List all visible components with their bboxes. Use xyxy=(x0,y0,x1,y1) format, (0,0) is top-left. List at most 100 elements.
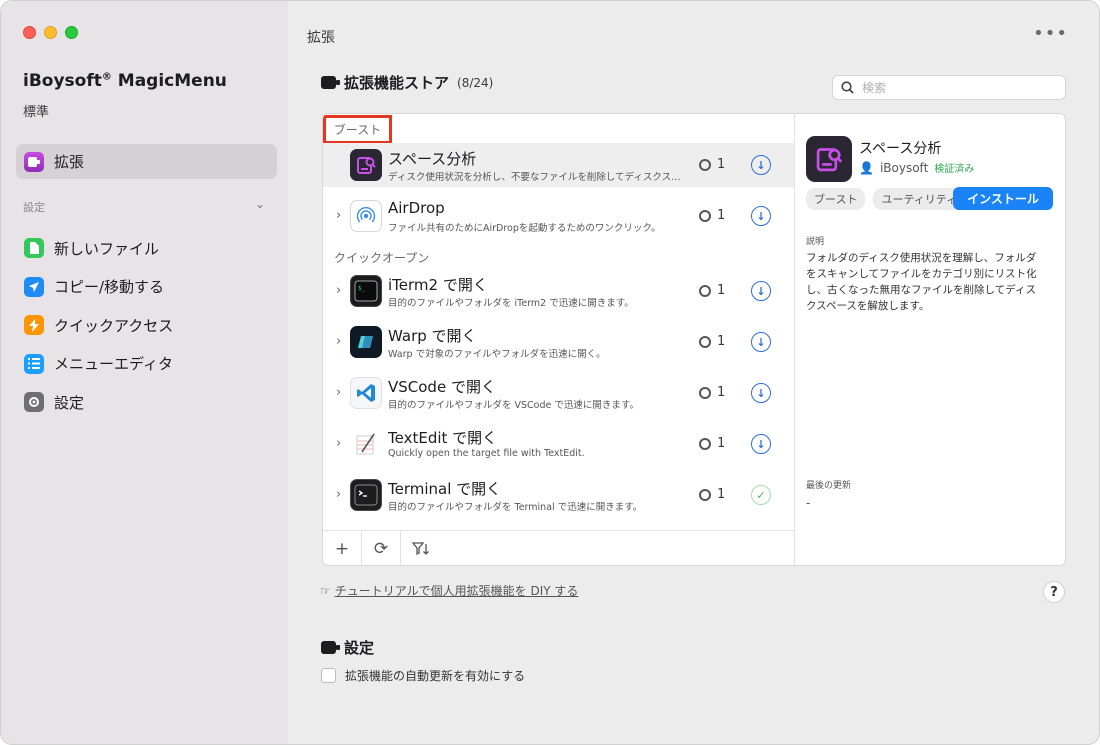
extension-version: 1 xyxy=(699,208,725,223)
minimize-window-button[interactable] xyxy=(44,26,57,39)
sidebar-nav: 新しいファイル コピー/移動する クイックアクセス メニューエディタ 設定 xyxy=(16,229,277,422)
refresh-icon[interactable]: ⟳ xyxy=(362,530,401,565)
auto-update-option[interactable]: 拡張機能の自動更新を有効にする xyxy=(321,667,525,684)
group-label-quick-open: クイックオープン xyxy=(334,251,430,265)
extension-version: 1 xyxy=(699,334,725,349)
terminal-icon xyxy=(350,479,382,511)
search-input[interactable] xyxy=(862,80,1052,95)
download-icon[interactable]: ↓ xyxy=(751,281,771,301)
extension-panel: ブースト スペース分析 ディスク使用状況を分析し、不要なファイルを削除してディス… xyxy=(322,113,1066,566)
sidebar: iBoysoft® MagicMenu 標準 拡張 設定 ⌄ 新しいファイル コ… xyxy=(1,1,288,744)
close-window-button[interactable] xyxy=(23,26,36,39)
extension-name: VSCode で開く xyxy=(388,378,496,396)
extension-store-heading: 拡張機能ストア (8/24) xyxy=(321,72,493,93)
extension-row-warp[interactable]: › Warp で開く Warp で対象のファイルやフォルダを迅速に開く。 1 ↓ xyxy=(323,320,794,364)
plug-icon xyxy=(321,641,340,654)
extension-row-space-analysis[interactable]: スペース分析 ディスク使用状況を分析し、不要なファイルを削除してディスクス… 1… xyxy=(323,143,794,187)
app-window: iBoysoft® MagicMenu 標準 拡張 設定 ⌄ 新しいファイル コ… xyxy=(0,0,1100,745)
app-name: iBoysoft xyxy=(23,71,102,91)
version-icon xyxy=(699,437,711,450)
sidebar-item-extensions[interactable]: 拡張 xyxy=(16,144,277,179)
extension-desc: Quickly open the target file with TextEd… xyxy=(388,448,585,459)
pointer-hand-icon: ☞ xyxy=(320,583,331,598)
svg-text:$_: $_ xyxy=(358,285,366,292)
download-icon[interactable]: ↓ xyxy=(751,434,771,454)
more-options-icon[interactable]: ••• xyxy=(1033,23,1068,44)
chevron-right-icon[interactable]: › xyxy=(336,283,341,298)
extension-version: 1 xyxy=(699,436,725,451)
extension-name: Warp で開く xyxy=(388,327,477,345)
detail-name: スペース分析 xyxy=(859,141,942,157)
extension-version: 1 xyxy=(699,487,725,502)
extension-version: 1 xyxy=(699,385,725,400)
sidebar-item-new-file[interactable]: 新しいファイル xyxy=(16,229,277,268)
chevron-right-icon[interactable]: › xyxy=(336,334,341,349)
space-analysis-icon xyxy=(806,136,852,182)
filter-sort-icon[interactable] xyxy=(401,531,440,566)
extension-icon xyxy=(24,151,44,172)
install-button[interactable]: インストール xyxy=(953,187,1053,210)
zoom-window-button[interactable] xyxy=(65,26,78,39)
main-content: 拡張 ••• 拡張機能ストア (8/24) ブースト スペース分析 ディスク使用… xyxy=(288,1,1099,744)
version-icon xyxy=(699,488,711,501)
warp-icon xyxy=(350,326,382,358)
sidebar-item-quick-access[interactable]: クイックアクセス xyxy=(16,306,277,345)
version-icon xyxy=(699,386,711,399)
group-label-boost: ブースト xyxy=(323,115,392,144)
extension-name: AirDrop xyxy=(388,199,445,217)
registered-mark: ® xyxy=(101,71,112,83)
tutorial-link[interactable]: チュートリアルで個人用拡張機能を DIY する xyxy=(335,582,579,599)
download-icon[interactable]: ↓ xyxy=(751,206,771,226)
extension-row-terminal[interactable]: › Terminal で開く 目的のファイルやフォルダを Terminal で迅… xyxy=(323,473,794,517)
extension-desc: ディスク使用状況を分析し、不要なファイルを削除してディスクス… xyxy=(388,172,681,183)
extension-row-airdrop[interactable]: › AirDrop ファイル共有のためにAirDropを起動するためのワンクリッ… xyxy=(323,194,794,238)
airdrop-icon xyxy=(350,200,382,232)
download-icon[interactable]: ↓ xyxy=(751,332,771,352)
detail-tags: ブースト ユーティリティ xyxy=(806,188,966,210)
gear-icon xyxy=(24,392,44,413)
send-icon xyxy=(24,276,44,297)
auto-update-checkbox[interactable] xyxy=(321,668,336,683)
settings-section-label: 設定 xyxy=(23,201,45,214)
iterm2-icon: $_ xyxy=(350,275,382,307)
chevron-down-icon[interactable]: ⌄ xyxy=(255,197,265,211)
sidebar-item-label: クイックアクセス xyxy=(54,316,174,335)
sidebar-item-copy-move[interactable]: コピー/移動する xyxy=(16,268,277,307)
help-button[interactable]: ? xyxy=(1043,581,1065,603)
search-icon xyxy=(841,81,854,94)
tag: ブースト xyxy=(806,188,866,210)
extension-desc: Warp で対象のファイルやフォルダを迅速に開く。 xyxy=(388,349,606,360)
version-icon xyxy=(699,284,711,297)
app-name-suffix: MagicMenu xyxy=(117,71,227,91)
bolt-icon xyxy=(24,315,44,336)
chevron-right-icon[interactable]: › xyxy=(336,385,341,400)
last-updated-value: - xyxy=(806,496,811,510)
space-analysis-icon xyxy=(350,149,382,181)
extension-desc: 目的のファイルやフォルダを VSCode で迅速に開きます。 xyxy=(388,400,639,411)
app-title: iBoysoft® MagicMenu xyxy=(23,71,227,91)
page-title: 拡張 xyxy=(307,30,335,46)
download-icon[interactable]: ↓ xyxy=(751,155,771,175)
sidebar-item-menu-editor[interactable]: メニューエディタ xyxy=(16,345,277,384)
extension-row-iterm2[interactable]: › $_ iTerm2 で開く 目的のファイルやフォルダを iTerm2 で迅速… xyxy=(323,269,794,313)
chevron-right-icon[interactable]: › xyxy=(336,487,341,502)
store-count: (8/24) xyxy=(457,75,494,90)
list-icon xyxy=(24,353,44,374)
version-icon xyxy=(699,158,711,171)
sidebar-item-settings[interactable]: 設定 xyxy=(16,383,277,422)
add-icon[interactable]: + xyxy=(323,530,362,565)
extension-name: スペース分析 xyxy=(388,150,477,168)
extension-desc: ファイル共有のためにAirDropを起動するためのワンクリック。 xyxy=(388,223,661,234)
store-title: 拡張機能ストア xyxy=(344,74,450,92)
extension-row-textedit[interactable]: › TextEdit で開く Quickly open the target f… xyxy=(323,422,794,466)
search-box[interactable] xyxy=(832,75,1066,100)
auto-update-label: 拡張機能の自動更新を有効にする xyxy=(345,669,526,683)
installed-check-icon: ✓ xyxy=(751,485,771,505)
chevron-right-icon[interactable]: › xyxy=(336,208,341,223)
version-icon xyxy=(699,335,711,348)
download-icon[interactable]: ↓ xyxy=(751,383,771,403)
sidebar-item-label: 拡張 xyxy=(54,153,85,171)
extension-list: ブースト スペース分析 ディスク使用状況を分析し、不要なファイルを削除してディス… xyxy=(323,114,795,566)
chevron-right-icon[interactable]: › xyxy=(336,436,341,451)
extension-row-vscode[interactable]: › VSCode で開く 目的のファイルやフォルダを VSCode で迅速に開き… xyxy=(323,371,794,415)
